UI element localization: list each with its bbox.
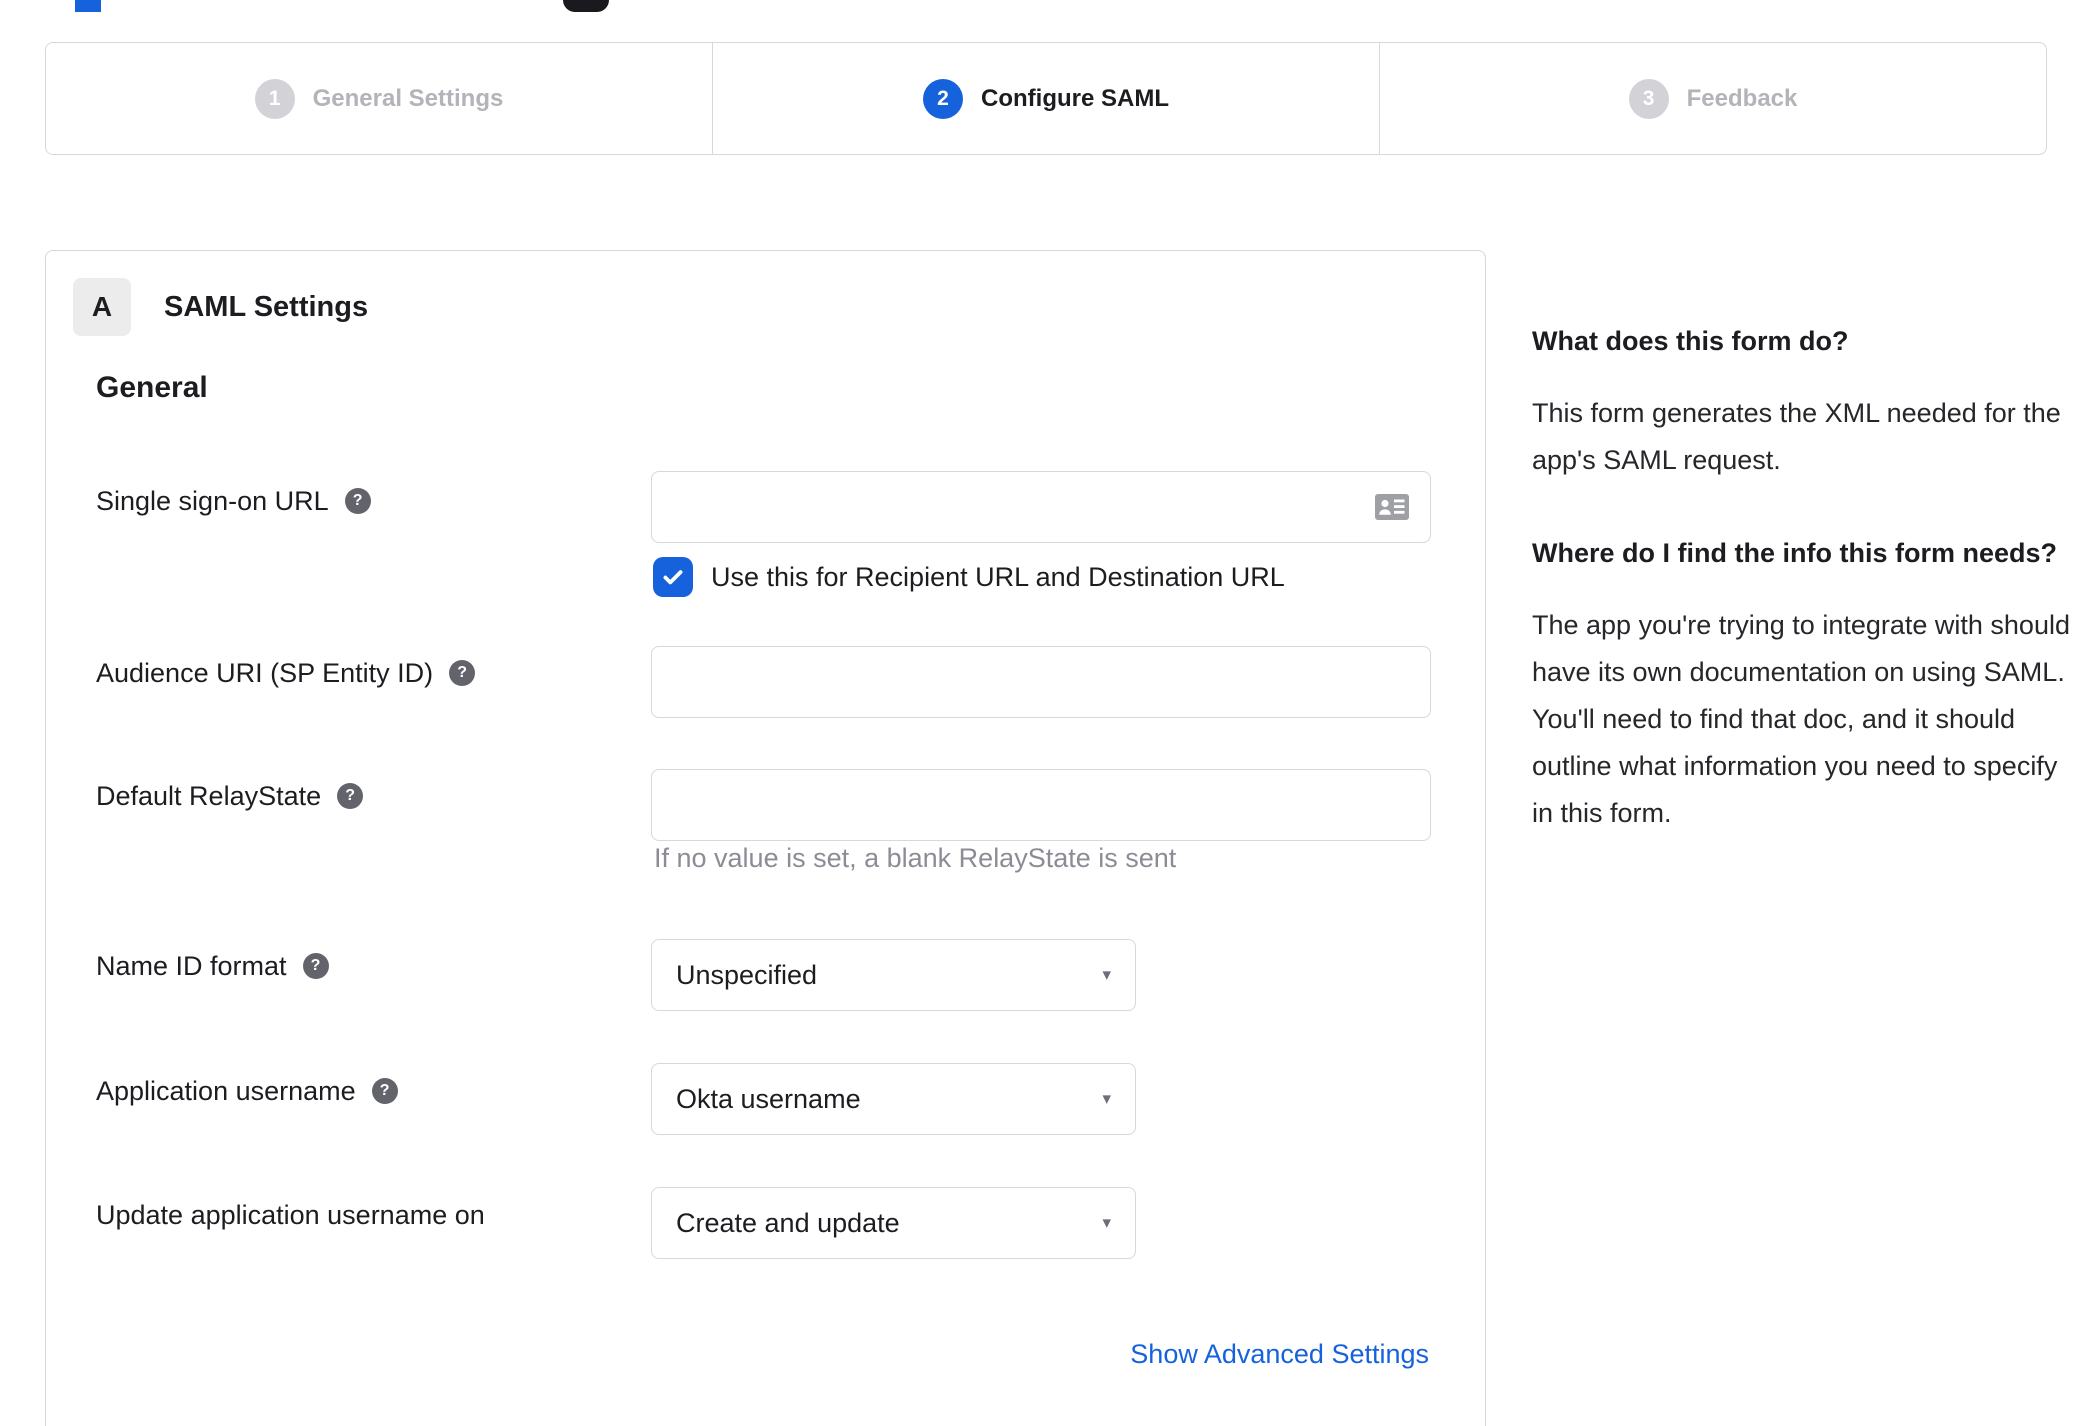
audience-uri-label-row: Audience URI (SP Entity ID) ? [96,653,476,693]
wizard-stepper: 1 General Settings 2 Configure SAML 3 Fe… [45,42,2047,155]
check-icon [663,570,683,585]
recipient-destination-checkbox[interactable] [653,557,693,597]
cutoff-top-left-fragment [75,0,101,12]
panel-header: A SAML Settings [73,278,368,336]
application-username-label: Application username [96,1075,356,1106]
help-answer-1: This form generates the XML needed for t… [1532,398,2061,475]
application-username-help-icon[interactable]: ? [371,1078,398,1104]
section-a-badge: A [73,278,131,336]
show-advanced-settings-link[interactable]: Show Advanced Settings [1130,1339,1429,1370]
help-question-2: Where do I find the info this form needs… [1532,538,2057,568]
application-username-select[interactable]: Okta username ▾ [651,1063,1136,1135]
step-feedback[interactable]: 3 Feedback [1379,43,2046,154]
chevron-down-icon: ▾ [1102,965,1111,984]
chevron-down-icon: ▾ [1102,1089,1111,1108]
default-relaystate-input[interactable] [651,769,1431,841]
sso-url-label-row: Single sign-on URL ? [96,481,371,521]
general-section-heading: General [96,371,208,404]
help-sidebar: What does this form do? This form genera… [1532,318,2080,883]
step-configure-saml[interactable]: 2 Configure SAML [712,43,1379,154]
step-2-label: Configure SAML [981,84,1169,112]
audience-uri-help-icon[interactable]: ? [449,660,476,686]
cutoff-top-fragment [563,0,609,12]
step-3-number-badge: 3 [1628,78,1669,119]
update-username-label-row: Update application username on [96,1195,485,1235]
panel-title: SAML Settings [164,290,369,323]
name-id-format-label-row: Name ID format ? [96,946,329,986]
step-3-label: Feedback [1686,84,1798,112]
default-relaystate-help-icon[interactable]: ? [337,783,364,809]
update-username-label: Update application username on [96,1199,485,1230]
default-relaystate-label-row: Default RelayState ? [96,776,364,816]
step-1-number-badge: 1 [254,78,295,119]
name-id-format-value: Unspecified [676,959,818,990]
sso-url-label: Single sign-on URL [96,485,329,516]
help-question-1: What does this form do? [1532,326,1849,356]
audience-uri-label: Audience URI (SP Entity ID) [96,657,434,688]
help-answer-2: The app you're trying to integrate with … [1532,610,2070,828]
default-relaystate-label: Default RelayState [96,780,322,811]
name-id-format-help-icon[interactable]: ? [302,953,329,979]
step-2-number-badge: 2 [923,78,963,119]
audience-uri-input[interactable] [651,646,1431,718]
step-1-label: General Settings [312,84,504,112]
step-general-settings[interactable]: 1 General Settings [46,43,712,154]
update-username-on-value: Create and update [676,1207,900,1238]
application-username-label-row: Application username ? [96,1071,398,1111]
configure-saml-page: 1 General Settings 2 Configure SAML 3 Fe… [0,0,2092,1426]
recipient-destination-checkbox-label: Use this for Recipient URL and Destinati… [711,561,1285,592]
name-id-format-select[interactable]: Unspecified ▾ [651,939,1136,1011]
name-id-format-label: Name ID format [96,950,287,981]
chevron-down-icon: ▾ [1102,1213,1111,1232]
default-relaystate-hint: If no value is set, a blank RelayState i… [654,843,1177,873]
update-username-on-select[interactable]: Create and update ▾ [651,1187,1136,1259]
sso-url-help-icon[interactable]: ? [344,488,371,514]
single-sign-on-url-input[interactable] [651,471,1431,543]
application-username-value: Okta username [676,1083,861,1114]
saml-settings-panel: A SAML Settings General Single sign-on U… [45,250,1486,1426]
contact-card-icon[interactable] [1375,494,1409,520]
